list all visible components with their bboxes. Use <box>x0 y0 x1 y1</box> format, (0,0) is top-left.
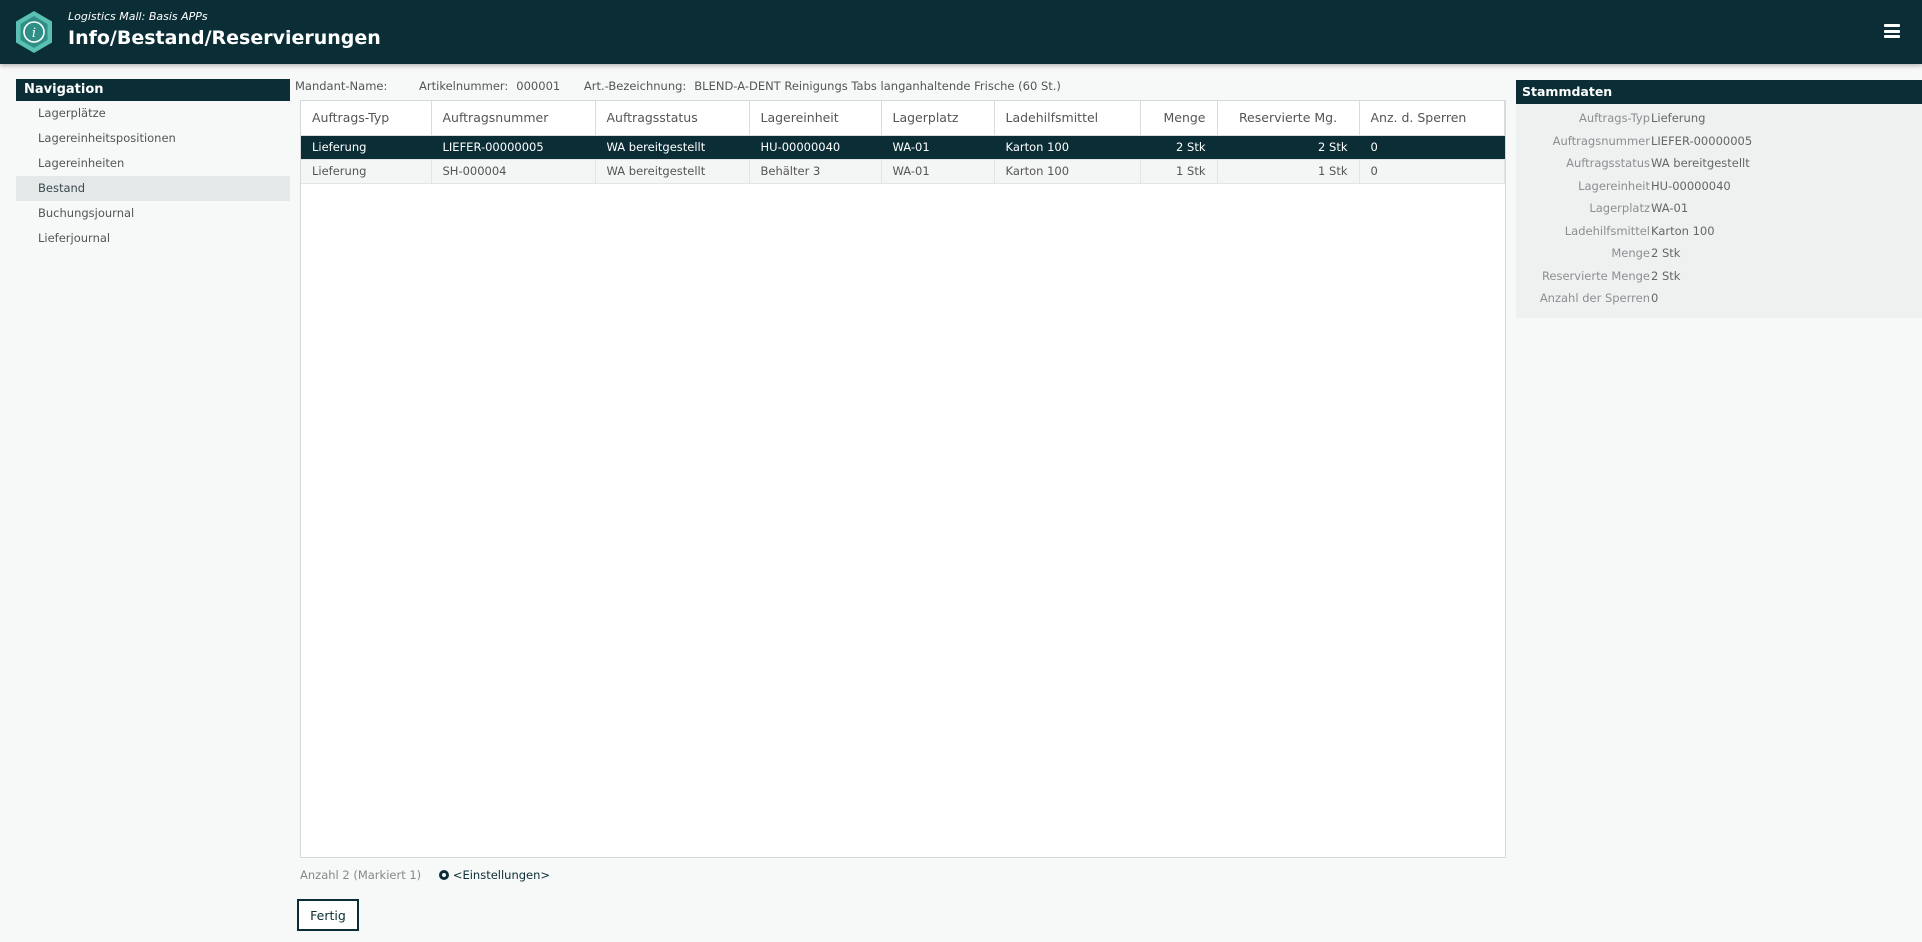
detail-row-auftragsstatus: Auftragsstatus WA bereitgestellt <box>1516 152 1922 175</box>
table-footer: Anzahl 2 (Markiert 1) <Einstellungen> <box>300 868 550 882</box>
nav-item-lieferjournal[interactable]: Lieferjournal <box>16 226 290 251</box>
settings-link[interactable]: <Einstellungen> <box>438 868 551 882</box>
record-count: Anzahl 2 (Markiert 1) <box>300 868 422 882</box>
table-row[interactable]: Lieferung LIEFER-00000005 WA bereitgeste… <box>301 135 1505 160</box>
column-header-reservierte-menge[interactable]: Reservierte Mg. <box>1217 101 1360 136</box>
table-header-row: Auftrags-Typ Auftragsnummer Auftragsstat… <box>301 101 1505 136</box>
detail-label: Anzahl der Sperren <box>1539 291 1650 305</box>
cell-menge: 2 Stk <box>1140 135 1218 160</box>
detail-row-ladehilfsmittel: Ladehilfsmittel Karton 100 <box>1516 220 1922 243</box>
cell-auftrags-typ: Lieferung <box>301 135 432 160</box>
nav-item-lagerplaetze[interactable]: Lagerplätze <box>16 101 290 126</box>
detail-value: Lieferung <box>1651 111 1706 125</box>
cell-auftragsnummer: SH-000004 <box>431 159 596 184</box>
detail-row-lagereinheit: Lagereinheit HU-00000040 <box>1516 175 1922 198</box>
nav-item-lagereinheitspositionen[interactable]: Lagereinheitspositionen <box>16 126 290 151</box>
cell-reservierte-menge: 1 Stk <box>1217 159 1360 184</box>
cell-lagerplatz: WA-01 <box>881 135 995 160</box>
detail-label: Auftrags-Typ <box>1578 111 1650 125</box>
page-title: Info/Bestand/Reservierungen <box>68 27 381 49</box>
bezeichnung-value: BLEND-A-DENT Reinigungs Tabs langanhalte… <box>694 79 1061 93</box>
artikelnummer-label: Artikelnummer: <box>419 79 509 93</box>
svg-text:i: i <box>32 26 36 41</box>
detail-row-sperren: Anzahl der Sperren 0 <box>1516 287 1922 310</box>
detail-value: WA bereitgestellt <box>1651 156 1750 170</box>
reservations-table: Auftrags-Typ Auftragsnummer Auftragsstat… <box>300 100 1506 858</box>
artikelnummer-value: 000001 <box>516 79 561 93</box>
cell-menge: 1 Stk <box>1140 159 1218 184</box>
cell-lagerplatz: WA-01 <box>881 159 995 184</box>
bezeichnung-label: Art.-Bezeichnung: <box>583 79 687 93</box>
column-header-menge[interactable]: Menge <box>1140 101 1218 136</box>
column-header-auftragsstatus[interactable]: Auftragsstatus <box>595 101 750 136</box>
done-button[interactable]: Fertig <box>297 899 359 931</box>
column-header-auftragsnummer[interactable]: Auftragsnummer <box>431 101 596 136</box>
nav-item-lagereinheiten[interactable]: Lagereinheiten <box>16 151 290 176</box>
navigation-panel: Navigation Lagerplätze Lagereinheitsposi… <box>16 79 290 251</box>
hamburger-menu-icon[interactable] <box>1884 24 1900 38</box>
cell-auftragsstatus: WA bereitgestellt <box>595 159 750 184</box>
detail-value: WA-01 <box>1651 201 1689 215</box>
cell-auftragsnummer: LIEFER-00000005 <box>431 135 596 160</box>
detail-row-auftragsnummer: Auftragsnummer LIEFER-00000005 <box>1516 130 1922 153</box>
cell-sperren: 0 <box>1359 159 1505 184</box>
detail-label: Reservierte Menge <box>1541 268 1650 283</box>
cell-ladehilfsmittel: Karton 100 <box>994 135 1141 160</box>
detail-value: Karton 100 <box>1651 223 1715 238</box>
detail-row-menge: Menge 2 Stk <box>1516 242 1922 265</box>
settings-label: <Einstellungen> <box>452 868 551 882</box>
app-subtitle: Logistics Mall: Basis APPs <box>68 10 208 23</box>
cell-reservierte-menge: 2 Stk <box>1217 135 1360 160</box>
cell-sperren: 0 <box>1359 135 1505 160</box>
detail-value: HU-00000040 <box>1651 178 1731 193</box>
stammdaten-panel: Stammdaten Auftrags-Typ Lieferung Auftrag… <box>1516 80 1922 318</box>
detail-label: Lagereinheit <box>1578 178 1650 193</box>
detail-label: Ladehilfsmittel <box>1564 223 1650 238</box>
stammdaten-title: Stammdaten <box>1516 80 1922 104</box>
info-logo-icon: i <box>16 11 52 53</box>
detail-label: Menge <box>1611 246 1650 260</box>
column-header-auftrags-typ[interactable]: Auftrags-Typ <box>301 101 432 136</box>
column-header-sperren[interactable]: Anz. d. Sperren <box>1359 101 1505 136</box>
detail-row-lagerplatz: Lagerplatz WA-01 <box>1516 197 1922 220</box>
column-header-ladehilfsmittel[interactable]: Ladehilfsmittel <box>994 101 1141 136</box>
navigation-title: Navigation <box>16 79 290 101</box>
gear-icon <box>438 870 449 880</box>
cell-lagereinheit: Behälter 3 <box>749 159 882 184</box>
app-header: i Logistics Mall: Basis APPs Info/Bestan… <box>0 0 1922 64</box>
cell-auftrags-typ: Lieferung <box>301 159 432 184</box>
detail-row-auftrags-typ: Auftrags-Typ Lieferung <box>1516 107 1922 130</box>
article-info-bar: Mandant-Name: Artikelnummer: 000001 Art.-… <box>295 79 1069 93</box>
nav-item-bestand[interactable]: Bestand <box>16 176 290 201</box>
detail-value: 2 Stk <box>1651 268 1681 283</box>
column-header-lagereinheit[interactable]: Lagereinheit <box>749 101 882 136</box>
detail-label: Lagerplatz <box>1589 201 1650 215</box>
table-row[interactable]: Lieferung SH-000004 WA bereitgestellt Be… <box>301 159 1505 184</box>
detail-label: Auftragsnummer <box>1552 133 1650 148</box>
column-header-lagerplatz[interactable]: Lagerplatz <box>881 101 995 136</box>
detail-value: 0 <box>1651 291 1659 305</box>
detail-row-reservierte-menge: Reservierte Menge 2 Stk <box>1516 265 1922 288</box>
detail-label: Auftragsstatus <box>1566 156 1650 170</box>
cell-ladehilfsmittel: Karton 100 <box>994 159 1141 184</box>
cell-auftragsstatus: WA bereitgestellt <box>595 135 750 160</box>
detail-value: LIEFER-00000005 <box>1651 133 1753 148</box>
mandant-label: Mandant-Name: <box>295 79 388 93</box>
cell-lagereinheit: HU-00000040 <box>749 135 882 160</box>
detail-value: 2 Stk <box>1651 246 1681 260</box>
nav-item-buchungsjournal[interactable]: Buchungsjournal <box>16 201 290 226</box>
